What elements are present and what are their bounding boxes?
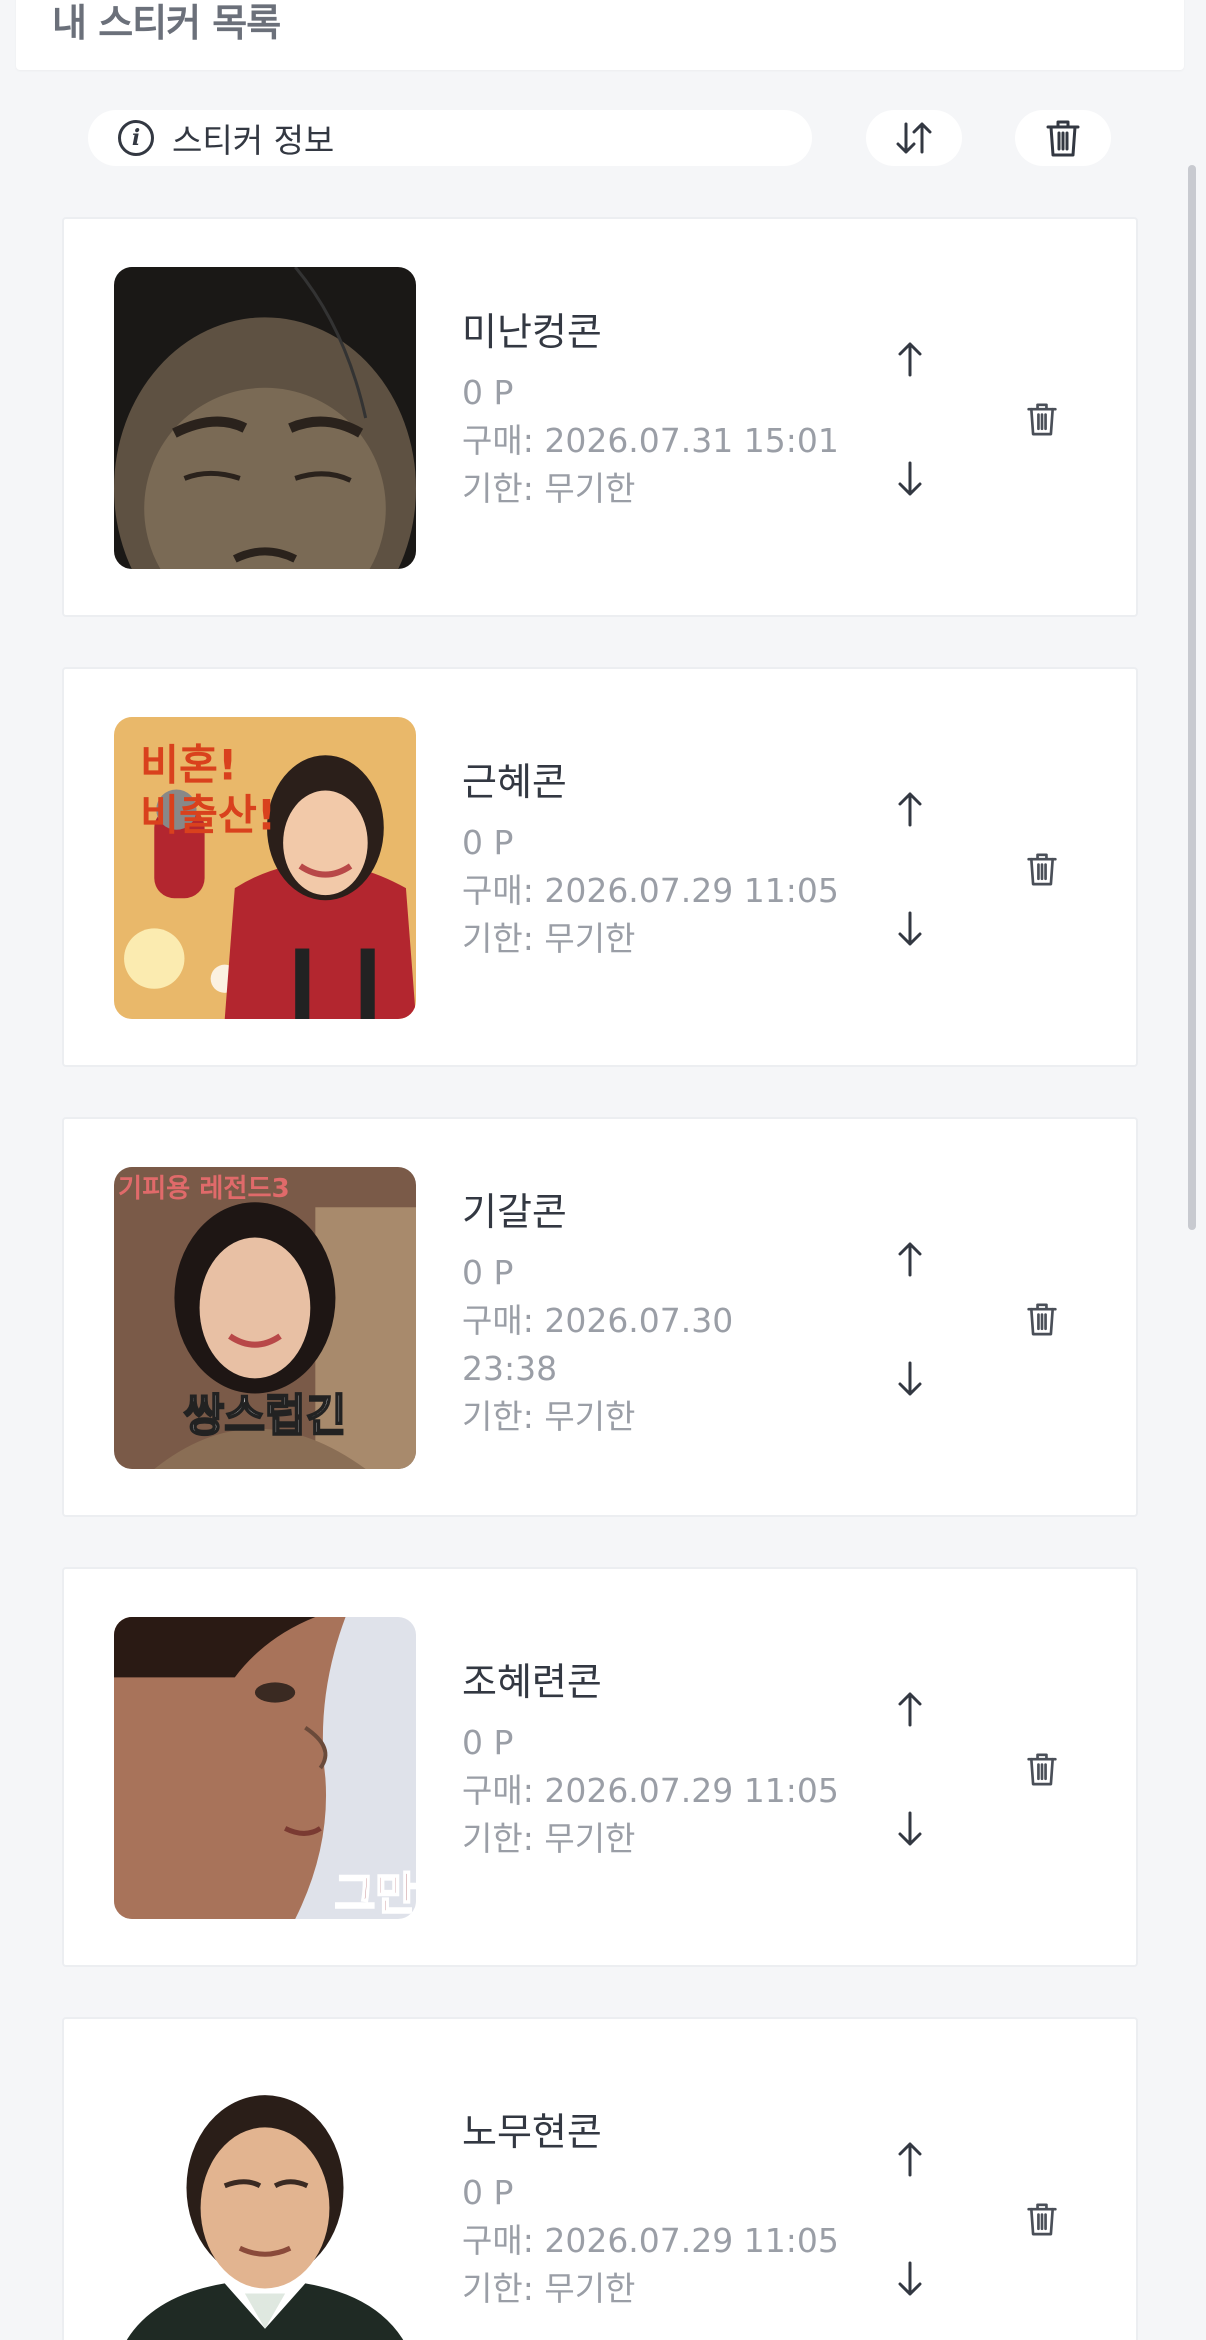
move-down-button[interactable]: [880, 2249, 940, 2309]
thumb-caption: 그만: [335, 1869, 416, 1919]
arrow-down-icon: [898, 2261, 922, 2296]
sticker-info-button[interactable]: i 스티커 정보: [88, 110, 812, 166]
svg-text:비출산!: 비출산!: [140, 791, 276, 840]
move-down-button[interactable]: [880, 899, 940, 959]
sticker-price: 0 P: [462, 2173, 514, 2212]
move-up-button[interactable]: [880, 1229, 940, 1289]
photo-image: 비혼! 비출산!: [114, 717, 416, 1019]
delete-sticker-button[interactable]: [1012, 2189, 1072, 2249]
sticker-thumbnail[interactable]: [114, 2067, 416, 2340]
move-down-button[interactable]: [880, 449, 940, 509]
sticker-price: 0 P: [462, 823, 514, 862]
delete-sticker-button[interactable]: [1012, 1289, 1072, 1349]
move-up-button[interactable]: [880, 2129, 940, 2189]
sticker-price: 0 P: [462, 373, 514, 412]
thumb-caption: 비혼!: [140, 740, 237, 789]
arrow-up-icon: [898, 1692, 922, 1727]
trash-icon: [1027, 403, 1057, 436]
arrow-up-icon: [898, 342, 922, 377]
sticker-name: 기갈콘: [462, 1190, 567, 1234]
page-title: 내 스티커 목록: [52, 1, 281, 45]
sort-arrows-icon: [896, 122, 932, 154]
sticker-card: 그만 조혜련콘 0 P 구매: 2026.07.29 11:05 기한: 무기한: [62, 1567, 1138, 1967]
sort-button[interactable]: [866, 110, 962, 166]
sticker-card: 기피용 레전드3 쌍스럽긴 기갈콘 0 P 구매: 2026.07.30 23:…: [62, 1117, 1138, 1517]
arrow-down-icon: [898, 1361, 922, 1396]
sticker-expiry: 기한: 무기한: [462, 1819, 636, 1858]
move-down-button[interactable]: [880, 1349, 940, 1409]
photo-image: [114, 2067, 416, 2340]
delete-all-button[interactable]: [1015, 110, 1111, 166]
sticker-expiry: 기한: 무기한: [462, 2269, 636, 2308]
sticker-price: 0 P: [462, 1253, 514, 1292]
photo-image: 기피용 레전드3 쌍스럽긴: [114, 1167, 416, 1469]
arrow-down-icon: [898, 1811, 922, 1846]
sticker-expiry: 기한: 무기한: [462, 469, 636, 508]
info-circle-icon: i: [118, 120, 154, 156]
sticker-thumbnail[interactable]: [114, 267, 416, 569]
arrow-up-icon: [898, 1242, 922, 1277]
sticker-info-label: 스티커 정보: [172, 121, 335, 160]
delete-sticker-button[interactable]: [1012, 389, 1072, 449]
sticker-purchase-date: 구매: 2026.07.31 15:01: [462, 421, 839, 460]
delete-sticker-button[interactable]: [1012, 839, 1072, 899]
sticker-expiry: 기한: 무기한: [462, 919, 636, 958]
trash-icon: [1027, 1753, 1057, 1786]
scrollbar[interactable]: [1188, 165, 1196, 1230]
sticker-card: 노무현콘 0 P 구매: 2026.07.29 11:05 기한: 무기한: [62, 2017, 1138, 2340]
move-up-button[interactable]: [880, 779, 940, 839]
arrow-down-icon: [898, 911, 922, 946]
move-down-button[interactable]: [880, 1799, 940, 1859]
delete-sticker-button[interactable]: [1012, 1739, 1072, 1799]
sticker-purchase-date: 구매: 2026.07.29 11:05: [462, 1771, 839, 1810]
sticker-name: 근혜콘: [462, 760, 567, 804]
header-card: 내 스티커 목록: [16, 0, 1184, 70]
thumb-caption: 기피용 레전드3: [118, 1174, 290, 1204]
sticker-purchase-date: 구매: 2026.07.29 11:05: [462, 2221, 839, 2260]
move-up-button[interactable]: [880, 329, 940, 389]
sticker-thumbnail[interactable]: 비혼! 비출산!: [114, 717, 416, 1019]
sticker-thumbnail[interactable]: 그만: [114, 1617, 416, 1919]
sticker-name: 미난컹콘: [462, 310, 602, 354]
arrow-up-icon: [898, 792, 922, 827]
trash-icon: [1027, 853, 1057, 886]
trash-icon: [1027, 2203, 1057, 2236]
sticker-card: 미난컹콘 0 P 구매: 2026.07.31 15:01 기한: 무기한: [62, 217, 1138, 617]
svg-text:쌍스럽긴: 쌍스럽긴: [184, 1391, 347, 1442]
sticker-card: 비혼! 비출산! 근혜콘 0 P 구매: 2026.07.29 11:05 기한…: [62, 667, 1138, 1067]
face-image: [114, 267, 416, 569]
sticker-expiry: 기한: 무기한: [462, 1397, 636, 1436]
sticker-purchase-date: 구매: 2026.07.29 11:05: [462, 871, 839, 910]
sticker-name: 노무현콘: [462, 2110, 602, 2154]
photo-image: 그만: [114, 1617, 416, 1919]
trash-icon: [1027, 1303, 1057, 1336]
sticker-price: 0 P: [462, 1723, 514, 1762]
sticker-list-page: 내 스티커 목록 i 스티커 정보 미난컹콘 0 P 구매: 2026.07.3…: [0, 0, 1206, 2340]
trash-icon: [1046, 120, 1080, 157]
arrow-up-icon: [898, 2142, 922, 2177]
sticker-purchase-date: 구매: 2026.07.30 23:38: [462, 1301, 734, 1388]
move-up-button[interactable]: [880, 1679, 940, 1739]
sticker-name: 조혜련콘: [462, 1660, 602, 1704]
sticker-thumbnail[interactable]: 기피용 레전드3 쌍스럽긴: [114, 1167, 416, 1469]
arrow-down-icon: [898, 461, 922, 496]
